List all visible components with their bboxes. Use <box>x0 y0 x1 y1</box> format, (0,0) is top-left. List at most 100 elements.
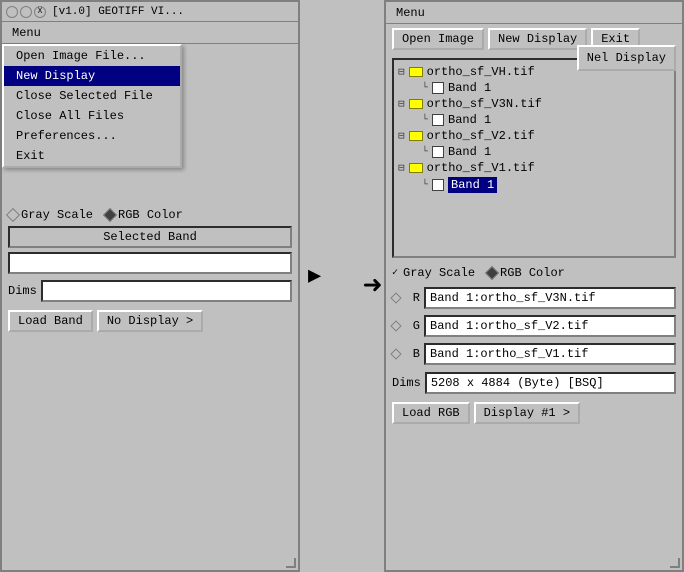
right-gray-scale-check: ✓ <box>392 267 398 279</box>
minimize-btn[interactable] <box>20 6 32 18</box>
right-rgb-color-radio[interactable]: RGB Color <box>487 266 565 280</box>
gray-scale-radio[interactable]: Gray Scale <box>8 208 93 222</box>
tree-line-v3n-1: └ <box>422 115 428 126</box>
right-resize-handle[interactable] <box>670 558 680 568</box>
left-arrow: ▶ <box>308 263 321 289</box>
tree-connector-v1: ⊟ <box>398 161 405 175</box>
r-input[interactable] <box>424 287 676 309</box>
folder-icon-v1 <box>409 163 423 173</box>
selected-band-label: Selected Band <box>8 226 292 248</box>
right-open-image-button[interactable]: Open Image <box>392 28 484 50</box>
display-button[interactable]: Display #1 > <box>474 402 580 424</box>
tree-line-v2-1: └ <box>422 147 428 158</box>
band-input[interactable] <box>8 252 292 274</box>
right-menu-button[interactable]: Menu <box>390 5 431 21</box>
load-rgb-button[interactable]: Load RGB <box>392 402 470 424</box>
tree-band-v1-1[interactable]: └ Band 1 <box>398 176 670 194</box>
menu-close-all[interactable]: Close All Files <box>4 106 180 126</box>
tree-band-v3n-1: └ Band 1 <box>398 112 670 128</box>
maximize-btn[interactable]: X <box>34 6 46 18</box>
g-diamond <box>390 320 401 331</box>
gray-scale-label: Gray Scale <box>21 208 93 222</box>
right-dims-label: Dims <box>392 376 421 390</box>
tree-band-label-v2-1[interactable]: Band 1 <box>448 145 491 159</box>
folder-icon-v2 <box>409 131 423 141</box>
g-input[interactable] <box>424 315 676 337</box>
file-icon-v1-1 <box>432 179 444 191</box>
rgb-r-row: R <box>386 284 682 312</box>
right-dims-row: Dims <box>386 368 682 398</box>
tree-band-label-v3n-1[interactable]: Band 1 <box>448 113 491 127</box>
file-icon-vh-1 <box>432 82 444 94</box>
arrow-section: ▶ ➜ <box>300 0 384 572</box>
tree-connector-vh: ⊟ <box>398 65 405 79</box>
rgb-color-label: RGB Color <box>118 208 183 222</box>
rgb-b-row: B <box>386 340 682 368</box>
left-radio-row: Gray Scale RGB Color <box>2 204 298 226</box>
tree-connector-v2: ⊟ <box>398 129 405 143</box>
b-label: B <box>404 347 420 361</box>
right-arrow: ➜ <box>363 266 382 306</box>
left-dims-row: Dims <box>2 276 298 306</box>
right-rgb-color-label: RGB Color <box>500 266 565 280</box>
g-label: G <box>404 319 420 333</box>
b-input[interactable] <box>424 343 676 365</box>
menu-close-selected[interactable]: Close Selected File <box>4 86 180 106</box>
tree-item-v1: ⊟ ortho_sf_V1.tif <box>398 160 670 176</box>
left-dims-label: Dims <box>8 284 37 298</box>
rgb-color-radio[interactable]: RGB Color <box>105 208 183 222</box>
folder-icon-v3n <box>409 99 423 109</box>
tree-label-v1[interactable]: ortho_sf_V1.tif <box>427 161 535 175</box>
r-diamond <box>390 292 401 303</box>
nel-display-popup: Nel Display <box>577 45 676 71</box>
right-gray-scale-radio[interactable]: ✓ Gray Scale <box>392 266 475 280</box>
tree-band-vh-1: └ Band 1 <box>398 80 670 96</box>
right-gray-scale-label: Gray Scale <box>403 266 475 280</box>
menu-open-image[interactable]: Open Image File... <box>4 46 180 66</box>
tree-label-vh[interactable]: ortho_sf_VH.tif <box>427 65 535 79</box>
title-bar: X [v1.0] GEOTIFF VI... <box>2 2 298 22</box>
right-new-display-button[interactable]: New Display <box>488 28 587 50</box>
right-bottom-buttons: Load RGB Display #1 > <box>386 398 682 428</box>
tree-band-label-vh-1[interactable]: Band 1 <box>448 81 491 95</box>
tree-band-label-v1-1-selected[interactable]: Band 1 <box>448 177 497 193</box>
window-controls: X <box>6 6 46 18</box>
resize-handle[interactable] <box>286 558 296 568</box>
r-label: R <box>404 291 420 305</box>
right-radio-row: ✓ Gray Scale RGB Color <box>386 262 682 284</box>
right-panel: Menu Nel Display Open Image New Display … <box>384 0 684 572</box>
right-rgb-color-diamond <box>485 266 499 280</box>
folder-icon-vh <box>409 67 423 77</box>
file-icon-v2-1 <box>432 146 444 158</box>
rgb-g-row: G <box>386 312 682 340</box>
left-dims-input[interactable] <box>41 280 292 302</box>
window-title: [v1.0] GEOTIFF VI... <box>52 6 184 18</box>
load-band-button[interactable]: Load Band <box>8 310 93 332</box>
band-input-row <box>2 250 298 276</box>
file-icon-v3n-1 <box>432 114 444 126</box>
tree-line-v1-1: └ <box>422 180 428 191</box>
left-bottom-buttons: Load Band No Display > <box>2 306 298 336</box>
right-menubar: Menu <box>386 2 682 24</box>
tree-band-v2-1: └ Band 1 <box>398 144 670 160</box>
b-diamond <box>390 348 401 359</box>
rgb-color-diamond <box>103 208 117 222</box>
menu-button[interactable]: Menu <box>6 25 47 41</box>
gray-scale-diamond <box>6 208 20 222</box>
left-menubar: Menu <box>2 22 298 44</box>
close-btn[interactable] <box>6 6 18 18</box>
menu-new-display[interactable]: New Display <box>4 66 180 86</box>
no-display-button[interactable]: No Display > <box>97 310 203 332</box>
menu-preferences[interactable]: Preferences... <box>4 126 180 146</box>
tree-line-vh-1: └ <box>422 83 428 94</box>
menu-exit[interactable]: Exit <box>4 146 180 166</box>
tree-label-v3n[interactable]: ortho_sf_V3N.tif <box>427 97 542 111</box>
tree-item-v2: ⊟ ortho_sf_V2.tif <box>398 128 670 144</box>
nel-display-text: Nel Display <box>587 51 666 65</box>
tree-label-v2[interactable]: ortho_sf_V2.tif <box>427 129 535 143</box>
right-dims-input[interactable] <box>425 372 676 394</box>
right-tree-panel[interactable]: ⊟ ortho_sf_VH.tif └ Band 1 ⊟ ortho_sf_V3… <box>392 58 676 258</box>
tree-item-v3n: ⊟ ortho_sf_V3N.tif <box>398 96 670 112</box>
tree-connector-v3n: ⊟ <box>398 97 405 111</box>
left-panel: X [v1.0] GEOTIFF VI... Menu Open Image F… <box>0 0 300 572</box>
